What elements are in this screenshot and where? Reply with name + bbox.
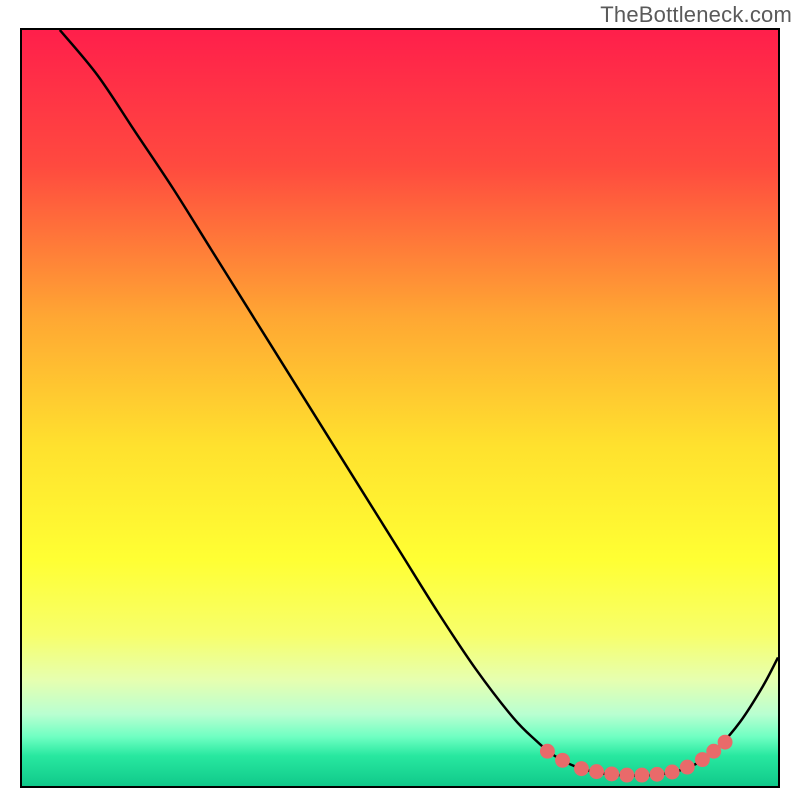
marker-dot <box>556 753 570 767</box>
marker-dot <box>620 768 634 782</box>
background-gradient <box>22 30 778 786</box>
marker-dot <box>574 762 588 776</box>
marker-dot <box>650 767 664 781</box>
marker-dot <box>665 765 679 779</box>
marker-dot <box>540 744 554 758</box>
marker-dot <box>605 767 619 781</box>
chart-frame: TheBottleneck.com <box>0 0 800 800</box>
watermark-text: TheBottleneck.com <box>600 2 792 28</box>
marker-dot <box>718 735 732 749</box>
marker-dot <box>635 768 649 782</box>
marker-dot <box>680 760 694 774</box>
marker-dot <box>590 765 604 779</box>
chart-svg <box>22 30 778 786</box>
marker-dot <box>707 744 721 758</box>
plot-area <box>20 28 780 788</box>
